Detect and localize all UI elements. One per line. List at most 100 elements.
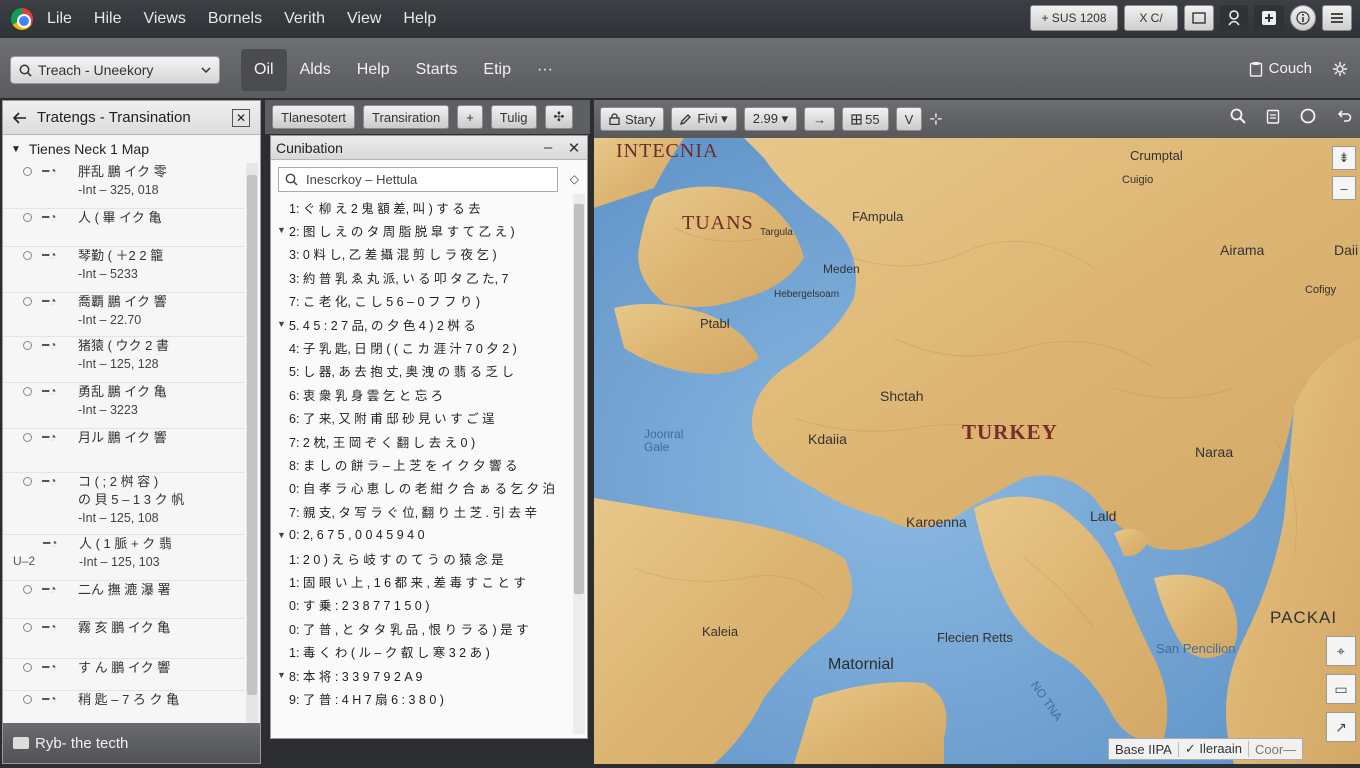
tab-etip[interactable]: Etip [470,49,524,91]
window-icon[interactable] [1184,5,1214,31]
radio-icon[interactable] [23,213,32,222]
expand-triangle-icon[interactable]: ▼ [277,670,289,680]
add-button[interactable]: + [457,105,483,129]
back-arrow-icon[interactable] [13,111,27,124]
radio-icon[interactable] [23,477,32,486]
tree-item[interactable]: ━◔ 胖乱 鵬 イク 零 -Int – 325, 018 [3,163,245,209]
radio-icon[interactable] [23,585,32,594]
tree-item[interactable]: ━◔ コ ( ; 2 桝 容 ) の 貝 5 – 1 3 ク 帆 -Int – 12… [3,473,245,535]
menu-bornels[interactable]: Bornels [208,10,262,28]
app-logo-icon[interactable] [11,8,33,30]
close-icon[interactable]: ✕ [561,139,587,157]
expand-triangle-icon[interactable]: ▼ [11,144,21,155]
radio-icon[interactable] [23,387,32,396]
menu-help[interactable]: Help [403,10,436,28]
result-row[interactable]: 7: 2 枕, 王 岡 ぞ く 翻 し 去 え 0 ) [277,430,475,452]
result-row[interactable]: 3: 約 普 乳 ゑ 丸 派, い る 叩 タ 乙 た, 7 [277,266,508,288]
result-row[interactable]: ▼ 8: 本 将 : 3 3 9 7 9 2 A 9 [277,664,422,686]
tulig-button[interactable]: Tulig [490,105,537,129]
results-scrollbar[interactable] [573,194,585,734]
result-row[interactable]: 1: ぐ 柳 え 2 鬼 額 差, 叫 ) す る 去 [277,196,481,218]
menu-view[interactable]: View [347,10,381,28]
tree-item[interactable]: U–2 ━◔ 人 ( 1 脈 + ク 翡 -Int – 125, 103 [3,535,245,581]
tree-item[interactable]: ━◔ 喬覇 鵬 イク 響 -Int – 22.70 [3,293,245,337]
result-row[interactable]: 8: ま し の 餅 ラ – 上 芝 を イ ク 夕 響 る [277,453,518,475]
layers-panel-footer[interactable]: Ryb- the tecth [3,723,260,763]
tree-item[interactable]: ━◔ 霧 亥 鵬 イク 亀 [3,619,245,659]
couch-button[interactable]: Couch [1249,60,1312,77]
radio-icon[interactable] [23,623,32,632]
chevron-down-icon[interactable]: V [895,107,923,131]
tree-item[interactable]: ━◔ 稍 匙 – 7 ろ ク 亀 [3,691,245,721]
stary-button[interactable]: Stary [600,107,665,131]
radio-icon[interactable] [23,433,32,442]
tree-item[interactable]: ━◔ 人 ( 畢 イク 亀 [3,209,245,247]
search-combo[interactable]: Treach - Uneekory [10,56,220,84]
tab-more[interactable]: ··· [524,49,566,91]
close-icon[interactable]: ✕ [232,108,250,127]
tree-item[interactable]: ━◔ 勇乱 鵬 イク 亀 -Int – 3223 [3,383,245,429]
result-row[interactable]: 6: 了 来, 又 附 甫 邸 砂 見 い す ご 逞 [277,407,495,429]
result-row[interactable]: 1: 固 眼 い 上 , 1 6 都 来 , 差 毒 す こ と す [277,570,526,592]
close-view-button[interactable]: X C/ [1124,5,1178,31]
arrow-right-icon[interactable]: → [804,107,836,131]
compass-icon[interactable]: ⌖ [1326,636,1356,666]
menu-views[interactable]: Views [143,10,185,28]
map-canvas[interactable]: INTECNIA TUANS Crumptal Cuigio FAmpula T… [594,138,1360,764]
sus-button[interactable]: + SUS 1208 [1030,5,1118,31]
radio-icon[interactable] [23,251,32,260]
result-row[interactable]: ▼ 5. 4 5 : 2 7 品, の 夕 色 4 ) 2 桝 る [277,313,476,335]
transiration-button[interactable]: Transiration [363,105,450,129]
result-row[interactable]: 1: 毒 く わ ( ル – ク 叡 し 寒 3 2 あ ) [277,641,490,663]
radio-icon[interactable] [23,695,32,704]
radio-icon[interactable] [23,167,32,176]
scrollbar-thumb[interactable] [574,204,584,594]
radio-icon[interactable] [23,297,32,306]
info-icon[interactable] [1290,5,1316,31]
tree-item[interactable]: ━◔ す ん 鵬 イク 響 [3,659,245,691]
scrollbar-thumb[interactable] [247,175,257,695]
grid-button[interactable]: 55 [842,107,889,131]
tab-help[interactable]: Help [344,49,403,91]
result-row[interactable]: 7: こ 老 化, こ し 5 6 – 0 フ フ り ) [277,290,480,312]
result-row[interactable]: 0: す 乗 : 2 3 8 7 7 1 5 0 ) [277,594,429,616]
layers-icon[interactable]: ▭ [1326,674,1356,704]
tree-item[interactable]: ━◔ 琴勤 ( ＋2 2 籠 -Int – 5233 [3,247,245,293]
result-row[interactable]: ▼ 2: 图 し え の タ 周 脂 脱 皐 す て 乙 え ) [277,219,515,241]
pan-icon[interactable]: ↗ [1326,712,1356,742]
result-row[interactable]: 1: 2 0 ) え ら 岐 す の て う の 猿 念 是 [277,547,504,569]
result-row[interactable]: 7: 親 支, タ 写 ラ ぐ 位, 翻 り 土 芝 . 引 去 辛 [277,500,537,522]
menu-lile[interactable]: Lile [47,10,72,28]
zoom-level-dropdown[interactable]: 2.99 ▾ [743,107,798,131]
result-row[interactable]: 5: し 器, あ 去 抱 丈, 奥 洩 の 翡 る 乏 し [277,360,514,382]
terrain-toggle[interactable]: ✓ Ileraain [1179,741,1249,757]
result-row[interactable]: 6: 衷 衆 乳 身 雲 乞 と 忘 ろ [277,383,443,405]
results-search-input[interactable]: Inescrkoy – Hettula [278,167,558,192]
radio-icon[interactable] [23,663,32,672]
expand-triangle-icon[interactable]: ▼ [277,530,289,540]
menu-icon[interactable] [1322,5,1352,31]
radio-icon[interactable] [23,341,32,350]
tab-oil[interactable]: Oil [241,49,287,91]
basemap-label[interactable]: Base IIPA [1109,741,1179,757]
move-icon[interactable]: ✣ [544,105,574,129]
tlanesotert-button[interactable]: Tlanesotert [272,105,356,129]
minimize-icon[interactable]: – [535,139,561,156]
result-row[interactable]: 4: 子 乳 匙, 日 閉 ( ( こ カ 涯 汁 7 0 夕 2 ) [277,336,517,358]
undo-icon[interactable] [1336,108,1352,124]
tab-alds[interactable]: Alds [287,49,344,91]
draw-tool-dropdown[interactable]: Fivi ▾ [671,107,737,131]
result-row[interactable]: ▼ 0: 2, 6 7 5 , 0 0 4 5 9 4 0 [277,524,425,546]
tree-scrollbar[interactable] [246,163,258,743]
clipboard-icon[interactable] [1266,108,1280,124]
search-icon[interactable] [1230,108,1246,124]
zoom-out-icon[interactable]: – [1332,176,1356,200]
pin-icon[interactable]: ⊹ [929,109,942,129]
result-row[interactable]: 0: 了 普 , と タ タ 乳 品 , 恨 り ラ る ) 是 す [277,617,529,639]
user-icon[interactable] [1220,5,1248,31]
result-row[interactable]: 9: 了 普 : 4 H 7 扇 6 : 3 8 0 ) [277,687,444,709]
circle-icon[interactable] [1300,108,1316,124]
tree-item[interactable]: ━◔ 二ん 撫 漉 瀑 署 [3,581,245,619]
plus-box-icon[interactable] [1254,5,1284,31]
zoom-in-icon[interactable]: ⇟ [1332,146,1356,170]
